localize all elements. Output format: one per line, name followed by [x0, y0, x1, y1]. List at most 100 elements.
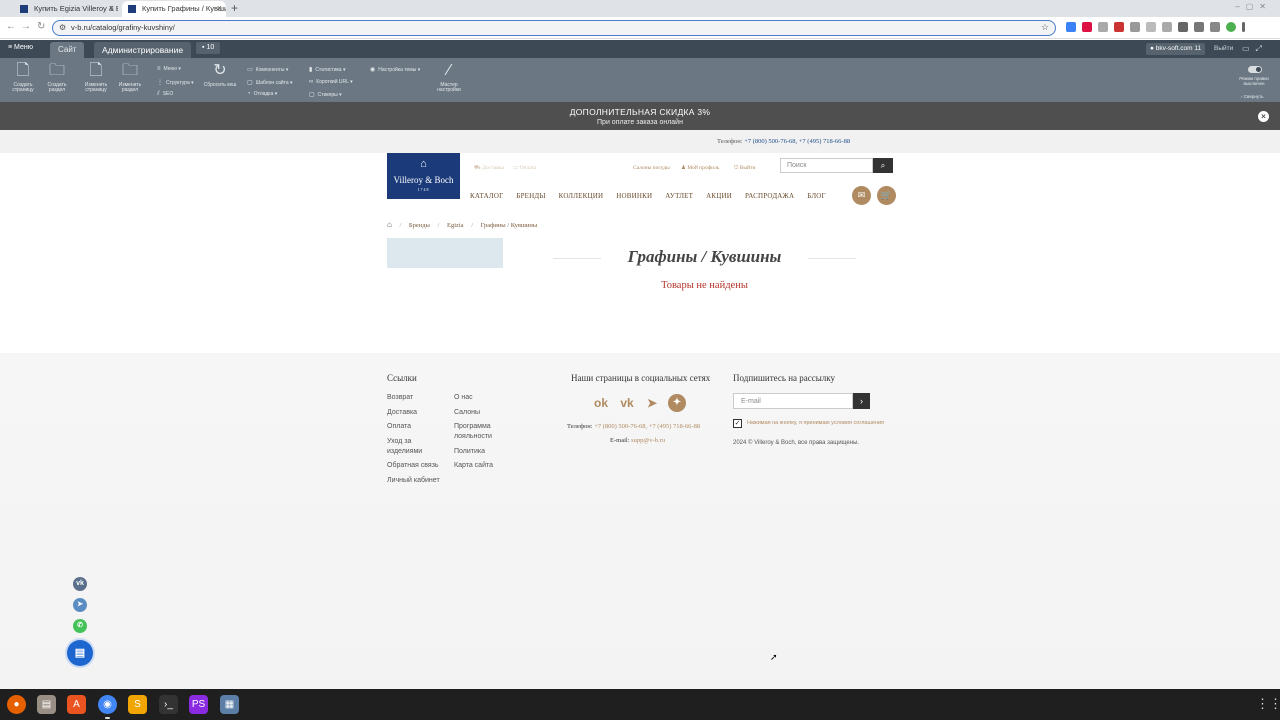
footer-email-link[interactable]: supp@v-b.ru [631, 437, 665, 444]
newsletter-email-input[interactable]: E-mail [733, 393, 853, 409]
footer-link-delivery[interactable]: Доставка [387, 408, 417, 418]
mail-button[interactable]: ✉ [852, 186, 871, 205]
files-icon[interactable]: ▤ [37, 695, 56, 714]
firefox-icon[interactable]: ● [7, 695, 26, 714]
browser-tab-grafiny[interactable]: Купить Графины / Кувши × [122, 1, 226, 17]
footer-link-return[interactable]: Возврат [387, 393, 413, 403]
odnoklassniki-icon[interactable]: ok [592, 394, 610, 412]
agree-checkbox[interactable]: ✓ [733, 419, 742, 428]
collapse-toolbar-link[interactable]: ‹ Свернуть [1241, 94, 1264, 99]
close-icon[interactable]: × [109, 1, 114, 16]
extension-icon[interactable] [1130, 22, 1140, 32]
reset-cache-button[interactable]: ↻ Сбросить кеш [203, 62, 237, 88]
site-template-tool[interactable]: ▢ Шаблон сайта ▾ [247, 79, 293, 86]
chrome-icon[interactable]: ◉ [98, 695, 117, 719]
extension-icon[interactable] [1082, 22, 1092, 32]
extension-icon[interactable] [1066, 22, 1076, 32]
theme-settings-tool[interactable]: ◉ Настройка темы ▾ [370, 66, 420, 73]
sidepanel-icon[interactable] [1210, 22, 1220, 32]
nav-blog[interactable]: БЛОГ [807, 192, 826, 200]
admin-tab-site[interactable]: Сайт [50, 42, 85, 58]
admin-pin-icons[interactable]: ▭⤢ [1242, 44, 1268, 54]
stickers-tool[interactable]: ▢ Стикеры ▾ [309, 91, 342, 98]
vk-messenger-icon[interactable]: vk [73, 577, 87, 591]
nav-outlet[interactable]: АУТЛЕТ [665, 192, 693, 200]
structure-tool[interactable]: ⋮ Структура ▾ [157, 79, 194, 86]
newsletter-submit-button[interactable]: › [853, 393, 870, 409]
reload-icon[interactable]: ↻ [37, 21, 45, 32]
nav-collections[interactable]: КОЛЛЕКЦИИ [559, 192, 604, 200]
payment-link[interactable]: ▭ Оплата [513, 165, 536, 171]
admin-user-button[interactable]: ● bkv-soft.com 11 [1146, 43, 1206, 55]
footer-link-about[interactable]: О нас [454, 393, 473, 403]
footer-link-sitemap[interactable]: Карта сайта [454, 461, 493, 471]
admin-tab-administration[interactable]: Администрирование [94, 42, 192, 58]
footer-link-policy[interactable]: Политика [454, 447, 485, 457]
site-logout-link[interactable]: ⎋ Выйти [734, 165, 755, 172]
footer-link-salons[interactable]: Салоны [454, 408, 480, 418]
cart-button[interactable]: 🛒 [877, 186, 896, 205]
extension-icon[interactable] [1162, 22, 1172, 32]
close-icon[interactable]: × [217, 1, 222, 16]
search-button[interactable]: ⌕ [873, 158, 893, 173]
search-input[interactable]: Поиск [780, 158, 873, 173]
url-field[interactable]: ⚙ v-b.ru/catalog/grafiny-kuvshiny/ ☆ [52, 20, 1056, 36]
home-icon[interactable]: ⌂ [387, 220, 392, 229]
nav-sale[interactable]: РАСПРОДАЖА [745, 192, 794, 200]
edit-section-button[interactable]: 🗀 Изменить раздел [113, 62, 147, 93]
footer-link-account[interactable]: Личный кабинет [387, 476, 440, 486]
window-controls-icon[interactable]: –▢✕ [1235, 2, 1272, 11]
chat-widget-button[interactable]: ▤ [67, 640, 93, 666]
telegram-icon[interactable]: ➤ [643, 394, 661, 412]
nav-catalog[interactable]: КАТАЛОГ [470, 192, 503, 200]
debug-tool[interactable]: ◔ Отладка ▾ [247, 91, 277, 97]
remote-desktop-icon[interactable]: ▦ [220, 695, 239, 714]
header-phone-link[interactable]: +7 (800) 500-76-68, +7 (495) 718-66-88 [744, 138, 850, 145]
footer-link-feedback[interactable]: Обратная связь [387, 461, 439, 471]
whatsapp-messenger-icon[interactable]: ✆ [73, 619, 87, 633]
new-tab-icon[interactable]: + [231, 1, 238, 15]
bookmark-star-icon[interactable]: ☆ [1041, 22, 1049, 33]
terminal-icon[interactable]: ›_ [159, 695, 178, 714]
create-page-button[interactable]: 🗋 Создать страницу [6, 62, 40, 93]
admin-notifications-button[interactable]: ▪ 10 [196, 42, 221, 54]
nav-brands[interactable]: БРЕНДЫ [516, 192, 545, 200]
sublime-text-icon[interactable]: S [128, 695, 147, 714]
extension-icon[interactable] [1098, 22, 1108, 32]
footer-link-loyalty[interactable]: Программа лояльности [454, 422, 514, 442]
components-tool[interactable]: ▭ Компоненты ▾ [247, 66, 288, 73]
seo-tool[interactable]: ⫽ SEO [157, 91, 173, 98]
app-center-icon[interactable]: A [67, 695, 86, 714]
close-banner-icon[interactable]: × [1258, 111, 1269, 122]
menu-tool[interactable]: ≡ Меню ▾ [157, 66, 181, 72]
vk-icon[interactable]: vk [618, 394, 636, 412]
nav-new[interactable]: НОВИНКИ [616, 192, 652, 200]
breadcrumb-brands[interactable]: Бренды [409, 222, 430, 229]
footer-phone-link[interactable]: +7 (800) 500-76-68, +7 (495) 718-66-88 [594, 423, 700, 430]
breadcrumb-egizia[interactable]: Egizia [447, 222, 464, 229]
statistics-tool[interactable]: ▮ Статистика ▾ [309, 66, 345, 73]
delivery-link[interactable]: ⛟ Доставка [474, 165, 504, 172]
admin-menu-button[interactable]: ≡ Меню [8, 44, 33, 51]
site-logo[interactable]: ⌂ Villeroy & Boch 1748 [387, 153, 460, 199]
short-url-tool[interactable]: ∞ Короткий URL ▾ [309, 79, 353, 85]
telegram-messenger-icon[interactable]: ➤ [73, 598, 87, 612]
forward-icon[interactable]: → [21, 21, 31, 32]
site-info-icon[interactable]: ⚙ [59, 23, 66, 32]
browser-tab-egizia[interactable]: Купить Egizia Villeroy & B × [14, 1, 118, 17]
phpstorm-icon[interactable]: PS [189, 695, 208, 714]
extension-icon[interactable] [1146, 22, 1156, 32]
show-apps-icon[interactable]: ⋮⋮⋮ [1256, 697, 1280, 710]
chrome-menu-icon[interactable] [1242, 22, 1245, 32]
nav-promotions[interactable]: АКЦИИ [706, 192, 732, 200]
admin-logout-link[interactable]: Выйти [1214, 45, 1233, 52]
profile-link[interactable]: ♟ Мой профиль [681, 165, 719, 171]
extensions-puzzle-icon[interactable] [1178, 22, 1188, 32]
edit-mode-toggle[interactable] [1248, 66, 1262, 73]
footer-link-payment[interactable]: Оплата [387, 422, 411, 432]
dzen-icon[interactable]: ✦ [668, 394, 686, 412]
profile-avatar[interactable] [1226, 22, 1236, 32]
create-section-button[interactable]: 🗀 Создать раздел [40, 62, 74, 93]
menu-list-icon[interactable] [1194, 22, 1204, 32]
extension-icon[interactable] [1114, 22, 1124, 32]
